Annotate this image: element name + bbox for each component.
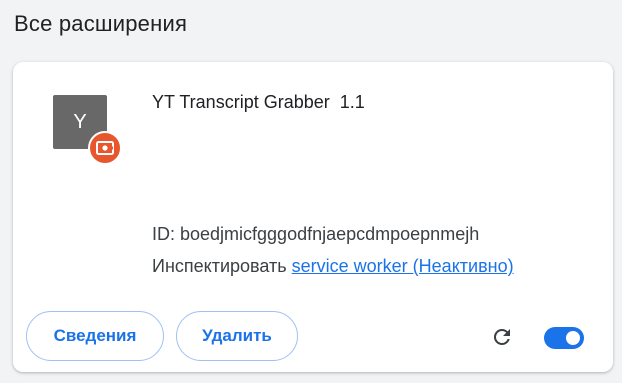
extension-name: YT Transcript Grabber xyxy=(152,92,330,112)
inspect-views-row: Инспектировать service worker (Неактивно… xyxy=(152,256,514,277)
section-title: Все расширения xyxy=(14,11,188,36)
enable-toggle-switch[interactable] xyxy=(544,327,584,349)
extension-card: Y YT Transcript Grabber 1.1 ID: boedjmicf… xyxy=(13,62,613,372)
details-button[interactable]: Сведения xyxy=(26,311,164,361)
extension-name-row: YT Transcript Grabber 1.1 xyxy=(152,92,365,113)
remove-button-label: Удалить xyxy=(202,326,272,345)
details-button-label: Сведения xyxy=(53,326,137,345)
extension-icon-letter: Y xyxy=(73,110,87,133)
extension-version: 1.1 xyxy=(339,92,365,112)
inspect-label: Инспектировать xyxy=(152,256,287,276)
extension-id: ID: boedjmicfgggodfnjaepcdmpoepnmejh xyxy=(152,224,480,244)
remove-button[interactable]: Удалить xyxy=(176,311,298,361)
reload-icon[interactable] xyxy=(490,325,514,349)
unpacked-extension-badge-icon xyxy=(88,131,122,165)
toggle-knob xyxy=(566,331,580,345)
service-worker-link[interactable]: service worker (Неактивно) xyxy=(292,256,514,276)
